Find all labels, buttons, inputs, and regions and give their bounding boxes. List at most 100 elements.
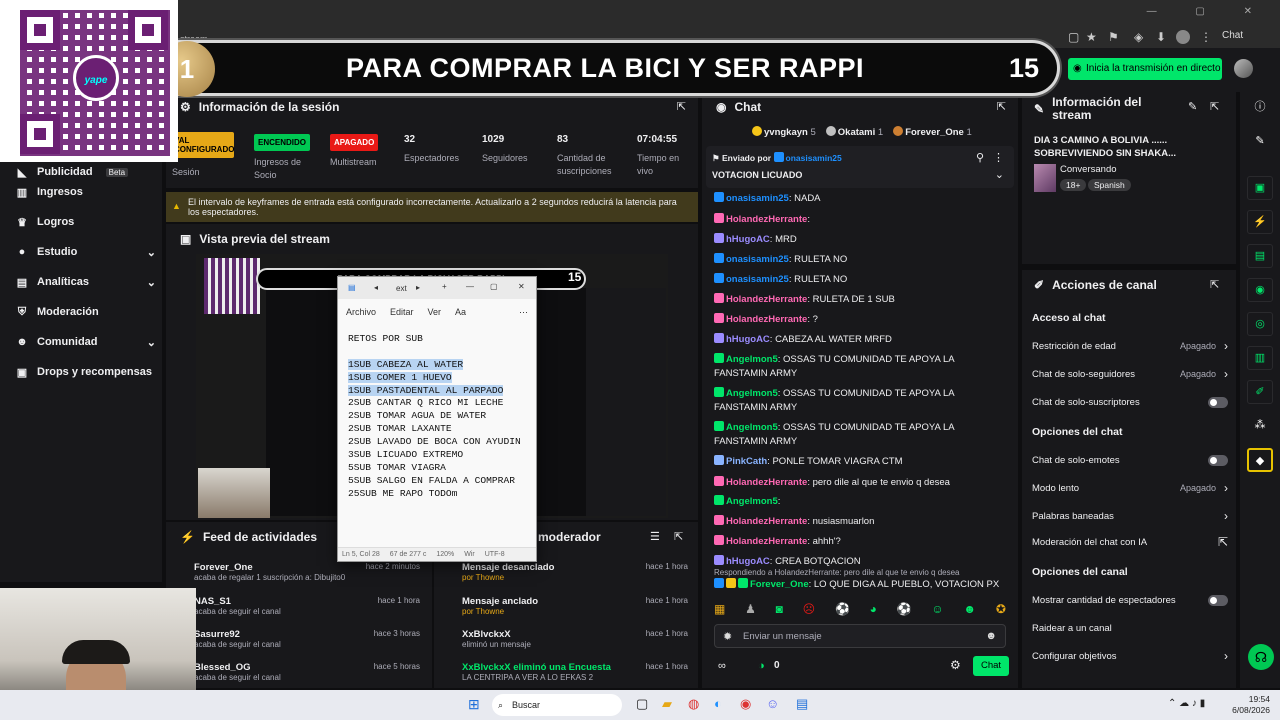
clock[interactable]: 19:54 6/08/2026 bbox=[1226, 694, 1270, 716]
top-chatter[interactable]: Forever_One 1 bbox=[893, 126, 972, 138]
chat-message[interactable]: Angelmon5: OSSAS TU COMUNIDAD TE APOYA L… bbox=[714, 421, 1004, 448]
camera-icon[interactable]: ▣ bbox=[1247, 176, 1273, 200]
chat-username[interactable]: HolandezHerrante bbox=[726, 477, 807, 488]
wrench-icon[interactable]: ✐ bbox=[1247, 380, 1273, 404]
chat-gemini-label[interactable]: Chat bbox=[1222, 30, 1243, 41]
popout-icon[interactable]: ⇱ bbox=[677, 100, 686, 113]
chat-message[interactable]: HolandezHerrante: bbox=[714, 213, 1004, 227]
feed-item[interactable]: Sasurre92 acaba de seguir el canal hace 3 … bbox=[194, 629, 424, 661]
chat-username[interactable]: hHugoAC bbox=[726, 234, 770, 245]
menu-ver[interactable]: Ver bbox=[428, 307, 442, 317]
chat-username[interactable]: Angelmon5 bbox=[726, 422, 778, 433]
nav-moderacion[interactable]: ⛨ Moderación bbox=[16, 302, 156, 322]
notepad-line[interactable]: RETOS POR SUB bbox=[348, 333, 521, 346]
chat-username[interactable]: PinkCath bbox=[726, 456, 767, 467]
discord-icon[interactable]: ☺ bbox=[766, 696, 779, 711]
action-row[interactable]: Palabras baneadas › bbox=[1032, 508, 1228, 524]
action-row[interactable]: Moderación del chat con IA ⇱ bbox=[1032, 534, 1228, 550]
category-name[interactable]: Conversando bbox=[1060, 164, 1117, 175]
chat-username[interactable]: onasisamin25 bbox=[726, 193, 789, 204]
maximize-icon[interactable]: ▢ bbox=[490, 282, 498, 291]
mod-item[interactable]: Mensaje anclado por Thowne hace 1 hora bbox=[462, 596, 692, 628]
new-tab-icon[interactable]: + bbox=[442, 282, 447, 291]
chat-message[interactable]: hHugoAC: CREA BOTQACION bbox=[714, 555, 1004, 569]
notepad-line[interactable]: 2SUB CANTAR Q RICO MI LECHE bbox=[348, 397, 521, 410]
menu-editar[interactable]: Editar bbox=[390, 307, 414, 317]
taskview-icon[interactable]: ▢ bbox=[636, 696, 648, 712]
nav-estudio[interactable]: ● Estudio ⌄ bbox=[16, 242, 156, 262]
top-chatter[interactable]: yvngkayn 5 bbox=[752, 126, 816, 138]
notepad-text[interactable]: RETOS POR SUB 1SUB CABEZA AL WATER 1SUB CO… bbox=[348, 333, 521, 501]
popout-icon[interactable]: ⇱ bbox=[1210, 100, 1219, 113]
star-icon[interactable]: ★ bbox=[1086, 30, 1097, 44]
toggle-switch[interactable] bbox=[1208, 594, 1228, 606]
edit-icon[interactable]: ✎ bbox=[1247, 130, 1273, 154]
nav-ingresos[interactable]: ▥ Ingresos bbox=[16, 182, 156, 202]
popout-icon[interactable]: ⇱ bbox=[1210, 278, 1219, 291]
popout-icon[interactable]: ⇱ bbox=[674, 530, 683, 543]
taskbar-search[interactable]: ⌕ Buscar bbox=[492, 694, 622, 716]
chrome-icon[interactable]: ◉ bbox=[740, 696, 751, 712]
action-row[interactable]: Mostrar cantidad de espectadores bbox=[1032, 592, 1228, 608]
chat-message[interactable]: onasisamin25: RULETA NO bbox=[714, 273, 1004, 287]
notepad-tab[interactable]: ext bbox=[396, 284, 407, 293]
chat-username[interactable]: onasisamin25 bbox=[726, 274, 789, 285]
chat-username[interactable]: Angelmon5 bbox=[726, 354, 778, 365]
notes-icon[interactable]: ▤ bbox=[1247, 244, 1273, 268]
chat-message[interactable]: hHugoAC: CABEZA AL WATER MRFD bbox=[714, 333, 1004, 347]
menu-archivo[interactable]: Archivo bbox=[346, 307, 376, 317]
chat-message[interactable]: Angelmon5: OSSAS TU COMUNIDAD TE APOYA L… bbox=[714, 387, 1004, 414]
chat-username[interactable]: onasisamin25 bbox=[726, 254, 789, 265]
notepad-line[interactable]: 1SUB COMER 1 HUEVO bbox=[348, 371, 521, 385]
nav-comunidad[interactable]: ☻ Comunidad ⌄ bbox=[16, 332, 156, 352]
action-row[interactable]: Restricción de edad Apagado › bbox=[1032, 338, 1228, 354]
notepad-line[interactable]: 25SUB ME RAPO TODOm bbox=[348, 488, 521, 501]
notepad-line[interactable]: 5SUB TOMAR VIAGRA bbox=[348, 462, 521, 475]
notepad-line[interactable]: 2SUB LAVADO DE BOCA CON AYUDIN bbox=[348, 436, 521, 449]
toggle-switch[interactable] bbox=[1208, 454, 1228, 466]
chat-username[interactable]: HolandezHerrante bbox=[726, 294, 807, 305]
action-row[interactable]: Modo lento Apagado › bbox=[1032, 480, 1228, 496]
notepad-line[interactable]: 3SUB LICUADO EXTREMO bbox=[348, 449, 521, 462]
more-icon[interactable]: ⋮ bbox=[993, 151, 1004, 164]
notepad-taskbar-icon[interactable]: ▤ bbox=[796, 696, 808, 712]
settings-icon[interactable]: ∞ bbox=[718, 660, 726, 672]
top-chatter[interactable]: Okatami 1 bbox=[825, 126, 883, 138]
tag[interactable]: Spanish bbox=[1088, 179, 1131, 191]
notepad-line[interactable]: 2SUB TOMAR LAXANTE bbox=[348, 423, 521, 436]
emoji-icon[interactable]: ☻ bbox=[985, 630, 997, 642]
windows-start-icon[interactable]: ⊞ bbox=[468, 696, 480, 713]
menu-icon[interactable]: ⋮ bbox=[1200, 30, 1212, 44]
chat-message[interactable]: HolandezHerrante: ? bbox=[714, 313, 1004, 327]
channel-points-icon[interactable]: ◑ bbox=[758, 660, 765, 672]
chat-username[interactable]: HolandezHerrante bbox=[726, 314, 807, 325]
chat-username[interactable]: Angelmon5 bbox=[726, 388, 778, 399]
edge-icon[interactable]: ◐ bbox=[714, 696, 722, 711]
chat-username[interactable]: HolandezHerrante bbox=[726, 536, 807, 547]
mod-item[interactable]: XxBlvckxX eliminó una Encuesta LA CENTRIP… bbox=[462, 662, 692, 688]
chat-message[interactable]: PinkCath: PONLE TOMAR VIAGRA CTM bbox=[714, 455, 1004, 469]
mod-item[interactable]: Mensaje desanclado por Thowne hace 1 hora bbox=[462, 562, 692, 594]
emote-bar[interactable]: ▦ ♟ ◙ ☹ ⚽ ◕ ⚽ ☺ ☻ ✪ bbox=[714, 602, 1006, 620]
gear-icon[interactable]: ⚙ bbox=[950, 658, 961, 672]
chevron-down-icon[interactable]: ⌄ bbox=[995, 168, 1004, 181]
notepad-window[interactable]: ▤ ◂ ext ▸ + — ▢ ✕ Archivo Editar Ver Aa … bbox=[337, 276, 537, 562]
chat-input[interactable]: ✹ Enviar un mensaje ☻ bbox=[714, 624, 1006, 648]
action-row[interactable]: Chat de solo-suscriptores bbox=[1032, 394, 1228, 410]
notepad-titlebar[interactable]: ▤ ◂ ext ▸ + — ▢ ✕ bbox=[338, 277, 536, 299]
chat-message[interactable]: HolandezHerrante: pero dile al que te en… bbox=[714, 476, 1004, 490]
notepad-line[interactable]: 1SUB CABEZA AL WATER bbox=[348, 358, 521, 372]
chat-username[interactable]: hHugoAC bbox=[726, 556, 770, 567]
folder-icon[interactable]: ▰ bbox=[662, 696, 672, 712]
format-icon[interactable]: Aa bbox=[455, 307, 466, 317]
toggle-switch[interactable] bbox=[1208, 396, 1228, 408]
extension-icon[interactable]: ⚑ bbox=[1108, 30, 1119, 44]
gem-icon[interactable]: ◆ bbox=[1247, 448, 1273, 472]
action-row[interactable]: Chat de solo-emotes bbox=[1032, 452, 1228, 468]
minimize-icon[interactable]: — bbox=[466, 282, 474, 291]
chat-username[interactable]: HolandezHerrante bbox=[726, 516, 807, 527]
nav-analiticas[interactable]: ▤ Analíticas ⌄ bbox=[16, 272, 156, 292]
share-icon[interactable]: ⁂ bbox=[1247, 414, 1273, 438]
popout-icon[interactable]: ⇱ bbox=[997, 100, 1006, 113]
chat-message[interactable]: hHugoAC: MRD bbox=[714, 233, 1004, 247]
